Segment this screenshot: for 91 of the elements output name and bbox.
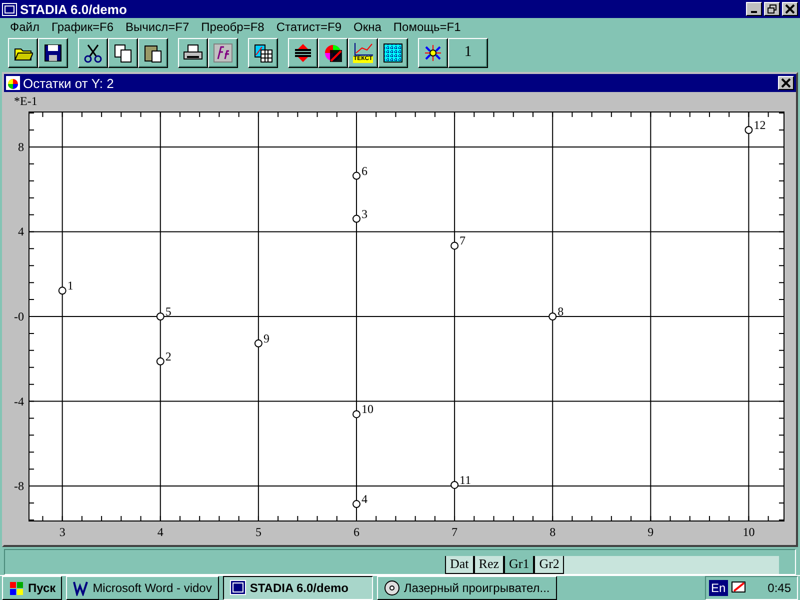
data-point	[744, 126, 753, 134]
taskbar-button[interactable]: Microsoft Word - vidov	[66, 576, 219, 600]
data-point	[548, 312, 557, 320]
restore-icon	[767, 4, 777, 14]
folder-button[interactable]	[8, 38, 38, 68]
window-title: STADIA 6.0/demo	[20, 2, 128, 16]
data-point	[352, 214, 360, 223]
windows-logo-icon	[8, 580, 24, 596]
chart-icon	[353, 42, 373, 56]
start-button[interactable]: Пуск	[2, 576, 62, 600]
tick-label: 8	[550, 525, 556, 539]
point-label: 10	[362, 402, 374, 416]
minimize-icon	[751, 11, 757, 13]
tick-label: 10	[742, 525, 755, 539]
point-label: 1	[67, 278, 74, 293]
tick-label: 3	[59, 525, 66, 539]
letter-w-icon	[72, 580, 89, 596]
data-point	[450, 242, 459, 250]
menu-item[interactable]: Статист=F9	[270, 20, 348, 34]
close-button[interactable]	[782, 2, 798, 16]
tick-label: 9	[648, 525, 654, 539]
tick-label: 5	[255, 525, 262, 539]
tick-label: 8	[18, 140, 24, 154]
menu-item[interactable]: Окна	[348, 20, 388, 34]
point-label: 9	[263, 331, 270, 346]
data-point	[352, 172, 360, 180]
minimize-button[interactable]	[746, 2, 762, 16]
data-point	[156, 357, 164, 366]
language-indicator[interactable]: En	[709, 580, 728, 596]
tick-label: -8	[14, 479, 24, 494]
tick-label: 7	[452, 525, 458, 539]
menu-item[interactable]: Файл	[4, 20, 46, 34]
color-wheel-icon	[6, 76, 20, 90]
data-point	[254, 339, 262, 348]
tick-label: 4	[18, 224, 24, 239]
sort-arrows-icon	[293, 42, 313, 62]
point-label: 3	[362, 206, 368, 221]
paste-icon	[143, 42, 163, 62]
scale-label: *E-1	[14, 94, 38, 108]
number-button[interactable]: 1	[448, 38, 488, 68]
printer-button[interactable]	[178, 38, 208, 68]
point-label: 11	[460, 472, 472, 487]
point-label: 4	[362, 492, 368, 506]
close-icon	[781, 78, 791, 88]
sheet-tab[interactable]: Gr2	[534, 556, 564, 574]
grid-button[interactable]	[378, 38, 408, 68]
copy-icon	[113, 42, 133, 62]
close-icon	[785, 4, 795, 14]
grid-icon	[383, 42, 403, 62]
data-point	[352, 410, 360, 418]
scatter-plot-icon	[423, 42, 443, 62]
floppy-disk-button[interactable]	[38, 38, 68, 68]
point-label: 5	[165, 304, 172, 318]
menu-item[interactable]: Вычисл=F7	[120, 20, 196, 34]
formula-icon	[213, 42, 233, 62]
sheet-tab[interactable]: Dat	[445, 556, 474, 574]
tick-label: -0	[14, 310, 24, 324]
sheet-tab[interactable]: Rez	[474, 556, 504, 574]
table-icon	[253, 42, 273, 62]
restore-button[interactable]	[764, 2, 780, 16]
taskbar-button[interactable]: STADIA 6.0/demo	[222, 576, 373, 600]
scissors-icon	[83, 42, 103, 62]
data-point	[58, 286, 66, 295]
tick-label: 4	[157, 525, 164, 539]
window-title: Остатки от Y: 2	[23, 76, 115, 90]
clock: 0:45	[768, 581, 791, 595]
point-label: 8	[558, 304, 564, 318]
printer-icon	[183, 42, 203, 62]
color-wheel-button[interactable]	[318, 38, 348, 68]
app-icon	[230, 580, 246, 596]
menu-item[interactable]: График=F6	[46, 20, 120, 34]
point-label: 6	[362, 164, 368, 178]
paste-button[interactable]	[138, 38, 168, 68]
point-label: 12	[754, 118, 766, 132]
close-button[interactable]	[778, 76, 794, 90]
sheet-tab[interactable]: Gr1	[504, 556, 534, 574]
menu-item[interactable]: Помощь=F1	[387, 20, 467, 34]
sort-arrows-button[interactable]	[288, 38, 318, 68]
menu-item[interactable]: Преобр=F8	[195, 20, 270, 34]
point-label: 2	[165, 349, 172, 364]
copy-button[interactable]	[108, 38, 138, 68]
table-button[interactable]	[248, 38, 278, 68]
point-label: 7	[460, 234, 466, 248]
color-wheel-icon	[323, 42, 343, 62]
tick-label: -4	[14, 394, 24, 408]
scissors-button[interactable]	[78, 38, 108, 68]
cd-icon	[384, 580, 400, 596]
scatter-plot-button[interactable]	[418, 38, 448, 68]
taskbar-button[interactable]: Лазерный проигрывател...	[376, 576, 557, 600]
formula-button[interactable]	[208, 38, 238, 68]
tick-label: 6	[354, 525, 360, 539]
